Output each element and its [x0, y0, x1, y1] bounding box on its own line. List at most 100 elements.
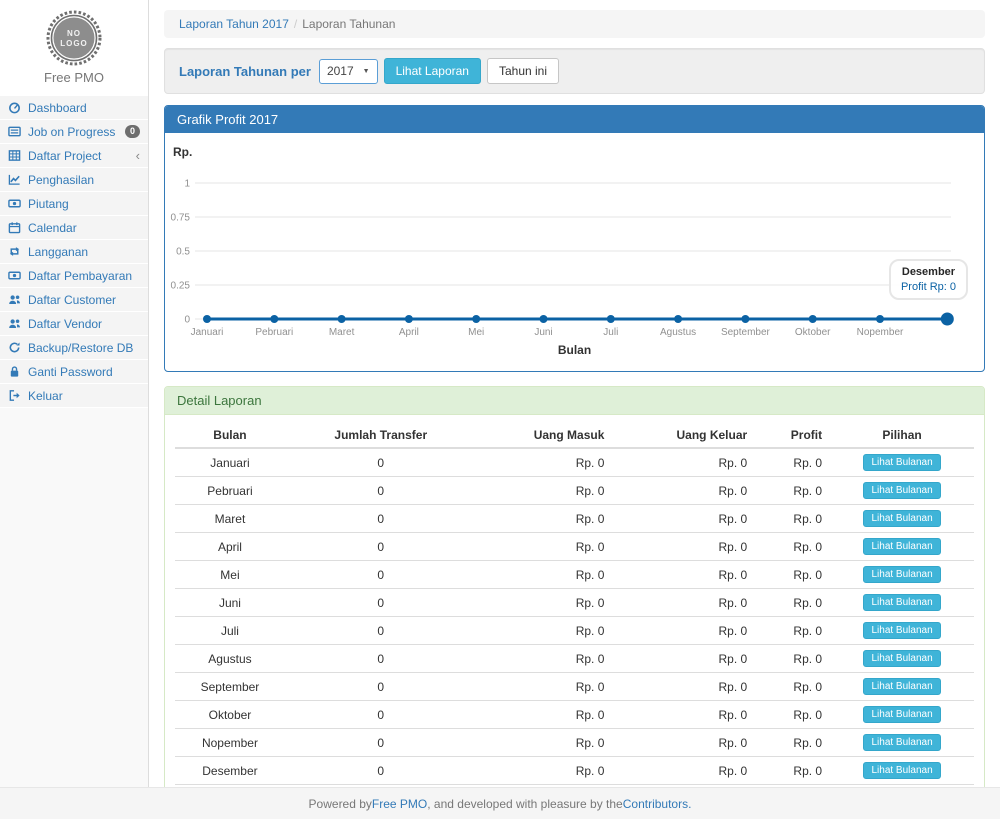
- cell-bulan: Januari: [175, 448, 285, 477]
- sidebar-item-label: Daftar Pembayaran: [28, 269, 140, 283]
- cell-uang-masuk: Rp. 0: [477, 533, 613, 561]
- lihat-bulanan-button[interactable]: Lihat Bulanan: [863, 454, 940, 471]
- cell-uang-masuk: Rp. 0: [477, 477, 613, 505]
- cell-profit: Rp. 0: [755, 701, 830, 729]
- profit-chart-panel: Grafik Profit 2017 Rp. 10.750.50.250Janu…: [164, 105, 985, 372]
- sidebar-item-dashboard[interactable]: Dashboard: [0, 96, 148, 120]
- sidebar-item-backup-restore-db[interactable]: Backup/Restore DB: [0, 336, 148, 360]
- table-row: April0Rp. 0Rp. 0Rp. 0Lihat Bulanan: [175, 533, 974, 561]
- svg-text:Maret: Maret: [329, 327, 355, 338]
- year-select[interactable]: 2017 ▼: [319, 59, 378, 84]
- table-row: Desember0Rp. 0Rp. 0Rp. 0Lihat Bulanan: [175, 757, 974, 785]
- sidebar-item-label: Dashboard: [28, 101, 140, 115]
- svg-text:Agustus: Agustus: [660, 327, 696, 338]
- detail-panel-title: Detail Laporan: [165, 387, 984, 415]
- cell-uang-masuk: Rp. 0: [477, 589, 613, 617]
- cell-profit: Rp. 0: [755, 448, 830, 477]
- lihat-bulanan-button[interactable]: Lihat Bulanan: [863, 706, 940, 723]
- sidebar-item-daftar-customer[interactable]: Daftar Customer: [0, 288, 148, 312]
- svg-text:Juli: Juli: [603, 327, 618, 338]
- lihat-bulanan-button[interactable]: Lihat Bulanan: [863, 482, 940, 499]
- svg-text:Nopember: Nopember: [857, 327, 904, 338]
- cell-profit: Rp. 0: [755, 533, 830, 561]
- svg-text:Pebruari: Pebruari: [255, 327, 293, 338]
- footer-link-contributors[interactable]: Contributors.: [623, 797, 692, 811]
- svg-text:April: April: [399, 327, 419, 338]
- cell-jumlah-transfer: 0: [285, 533, 477, 561]
- sidebar-item-piutang[interactable]: Piutang: [0, 192, 148, 216]
- sidebar-item-label: Daftar Vendor: [28, 317, 140, 331]
- users-icon: [8, 317, 23, 330]
- breadcrumb-active-laporan-tahunan: Laporan Tahunan: [302, 17, 395, 31]
- breadcrumb-link-laporan-tahun[interactable]: Laporan Tahun 2017: [179, 17, 289, 31]
- sidebar-item-daftar-vendor[interactable]: Daftar Vendor: [0, 312, 148, 336]
- lihat-bulanan-button[interactable]: Lihat Bulanan: [863, 510, 940, 527]
- tahun-ini-button[interactable]: Tahun ini: [487, 58, 559, 84]
- table-total-row: Total0Rp. 0Rp. 0Rp. 0: [175, 785, 974, 787]
- table-header-row: BulanJumlah TransferUang MasukUang Kelua…: [175, 423, 974, 448]
- total-uang-keluar: Rp. 0: [612, 785, 755, 787]
- sidebar-item-label: Daftar Customer: [28, 293, 140, 307]
- sidebar-item-job-on-progress[interactable]: Job on Progress0: [0, 120, 148, 144]
- lihat-laporan-button[interactable]: Lihat Laporan: [384, 58, 481, 84]
- column-header-bulan: Bulan: [175, 423, 285, 448]
- cell-uang-keluar: Rp. 0: [612, 477, 755, 505]
- chart-tooltip-label: Desember: [901, 266, 956, 278]
- cell-uang-masuk: Rp. 0: [477, 729, 613, 757]
- cell-uang-keluar: Rp. 0: [612, 701, 755, 729]
- table-row: Agustus0Rp. 0Rp. 0Rp. 0Lihat Bulanan: [175, 645, 974, 673]
- sidebar-item-label: Job on Progress: [28, 125, 125, 139]
- sidebar-item-keluar[interactable]: Keluar: [0, 384, 148, 408]
- total-jumlah-transfer: 0: [285, 785, 477, 787]
- cell-bulan: Pebruari: [175, 477, 285, 505]
- table-row: Pebruari0Rp. 0Rp. 0Rp. 0Lihat Bulanan: [175, 477, 974, 505]
- svg-text:September: September: [721, 327, 771, 338]
- lihat-bulanan-button[interactable]: Lihat Bulanan: [863, 622, 940, 639]
- lihat-bulanan-button[interactable]: Lihat Bulanan: [863, 650, 940, 667]
- cell-profit: Rp. 0: [755, 729, 830, 757]
- profit-line-chart[interactable]: 10.750.50.250JanuariPebruariMaretAprilMe…: [165, 167, 983, 343]
- sidebar-item-ganti-password[interactable]: Ganti Password: [0, 360, 148, 384]
- lihat-bulanan-button[interactable]: Lihat Bulanan: [863, 594, 940, 611]
- sidebar-item-label: Calendar: [28, 221, 140, 235]
- lihat-bulanan-button[interactable]: Lihat Bulanan: [863, 762, 940, 779]
- chart-y-axis-unit: Rp.: [173, 145, 984, 159]
- sidebar-item-penghasilan[interactable]: Penghasilan: [0, 168, 148, 192]
- dashboard-icon: [8, 101, 23, 114]
- chart-panel-title: Grafik Profit 2017: [165, 106, 984, 133]
- table-row: Juli0Rp. 0Rp. 0Rp. 0Lihat Bulanan: [175, 617, 974, 645]
- users-icon: [8, 293, 23, 306]
- cell-bulan: Oktober: [175, 701, 285, 729]
- caret-down-icon: ▼: [363, 68, 370, 75]
- table-row: Januari0Rp. 0Rp. 0Rp. 0Lihat Bulanan: [175, 448, 974, 477]
- svg-text:Januari: Januari: [191, 327, 224, 338]
- footer-link-free-pmo[interactable]: Free PMO: [372, 797, 427, 811]
- cell-uang-keluar: Rp. 0: [612, 533, 755, 561]
- chart-tooltip-value: Profit Rp: 0: [901, 281, 956, 293]
- detail-report-panel: Detail Laporan BulanJumlah TransferUang …: [164, 386, 985, 787]
- cell-bulan: Agustus: [175, 645, 285, 673]
- cell-bulan: September: [175, 673, 285, 701]
- svg-text:NO: NO: [67, 29, 81, 38]
- sidebar-item-calendar[interactable]: Calendar: [0, 216, 148, 240]
- cell-profit: Rp. 0: [755, 645, 830, 673]
- svg-text:Oktober: Oktober: [795, 327, 831, 338]
- lihat-bulanan-button[interactable]: Lihat Bulanan: [863, 734, 940, 751]
- svg-text:0.75: 0.75: [171, 213, 191, 224]
- lihat-bulanan-button[interactable]: Lihat Bulanan: [863, 538, 940, 555]
- lihat-bulanan-button[interactable]: Lihat Bulanan: [863, 566, 940, 583]
- year-select-value: 2017: [327, 64, 354, 78]
- cell-uang-masuk: Rp. 0: [477, 617, 613, 645]
- sidebar-item-daftar-pembayaran[interactable]: Daftar Pembayaran: [0, 264, 148, 288]
- chart-panel-body: Rp. 10.750.50.250JanuariPebruariMaretApr…: [165, 133, 984, 371]
- svg-text:0.25: 0.25: [171, 281, 191, 292]
- sidebar-item-daftar-project[interactable]: Daftar Project‹: [0, 144, 148, 168]
- sidebar-item-langganan[interactable]: Langganan: [0, 240, 148, 264]
- cell-bulan: April: [175, 533, 285, 561]
- logo: NO LOGO Free PMO: [0, 0, 148, 96]
- svg-text:0: 0: [184, 315, 190, 326]
- angle-left-icon: ‹: [136, 149, 140, 162]
- total-profit: Rp. 0: [755, 785, 830, 787]
- footer: Powered by Free PMO, and developed with …: [0, 787, 1000, 819]
- lihat-bulanan-button[interactable]: Lihat Bulanan: [863, 678, 940, 695]
